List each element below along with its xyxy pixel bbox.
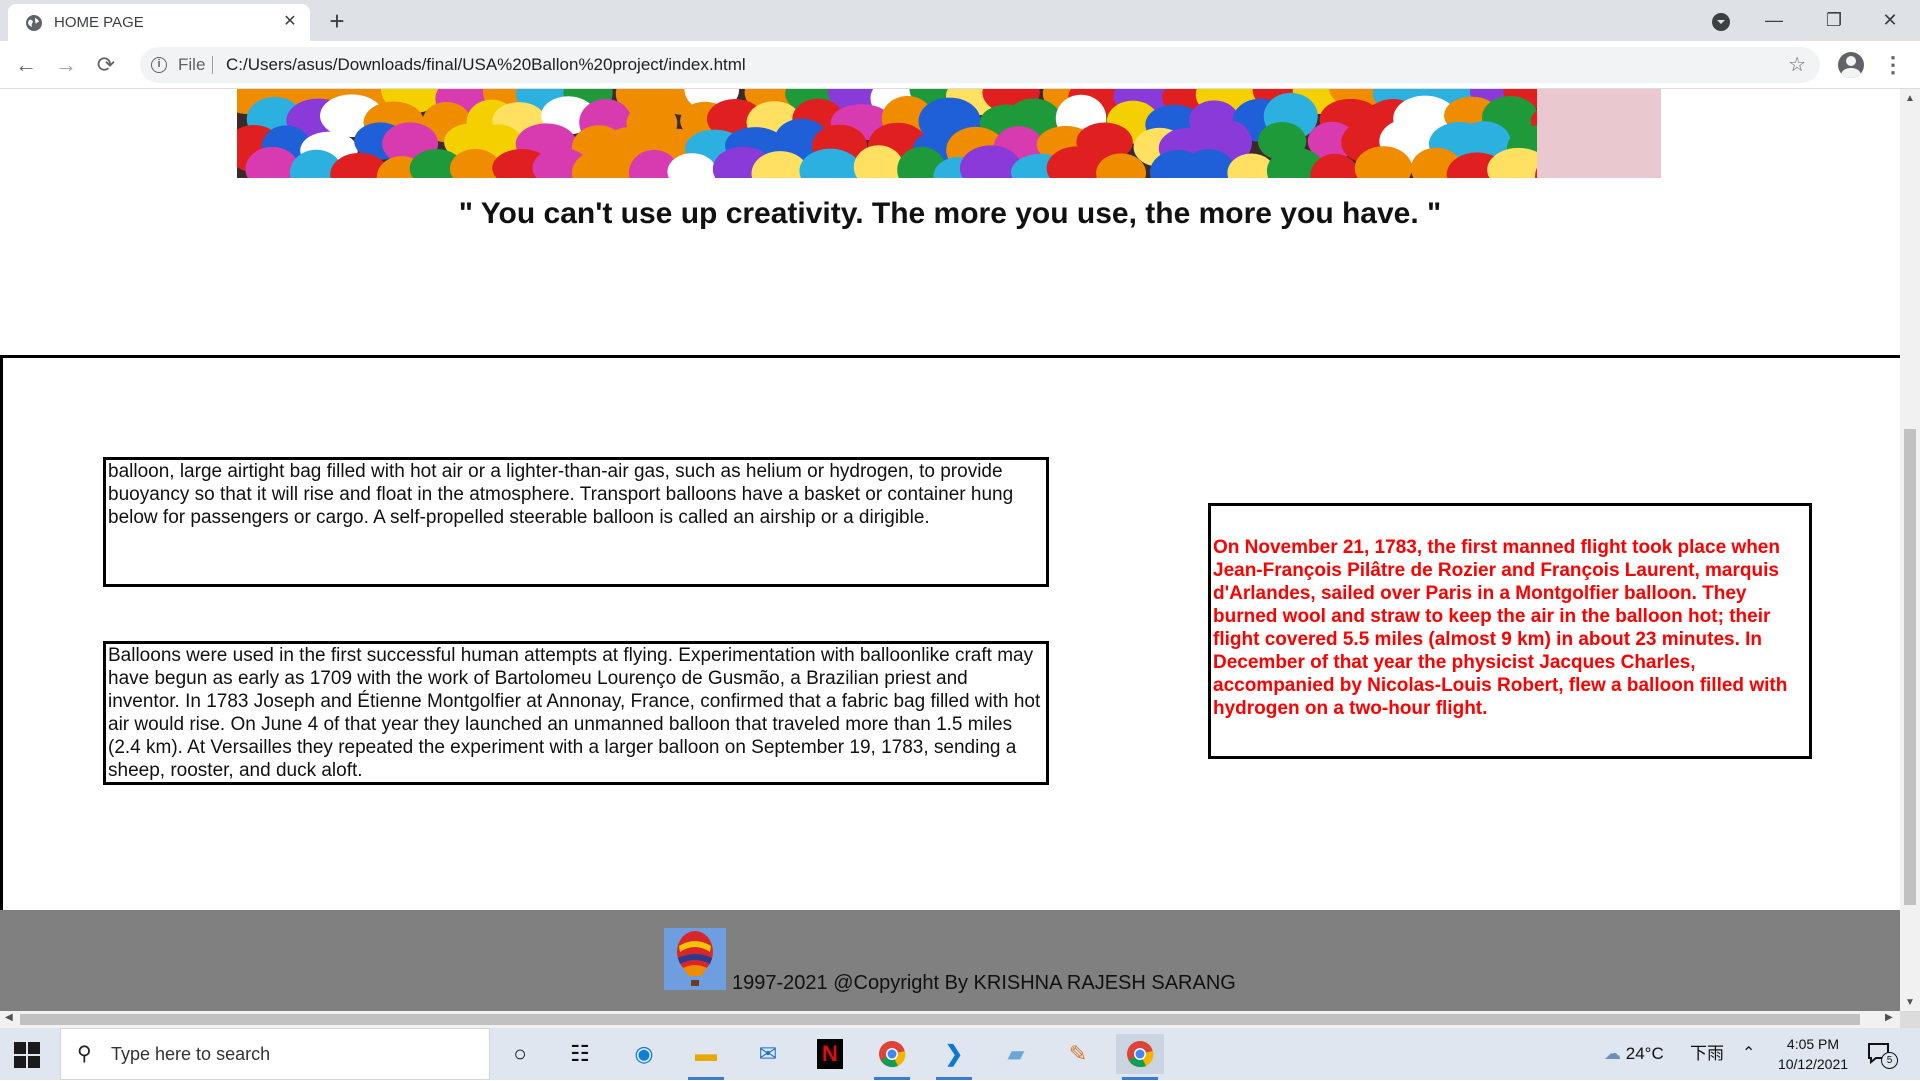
chrome-active-icon[interactable]: [1116, 1034, 1164, 1080]
taskbar-clock[interactable]: 4:05 PM 10/12/2021: [1768, 1034, 1858, 1074]
back-button[interactable]: ←: [12, 51, 40, 79]
task-view-icon[interactable]: ○: [496, 1034, 544, 1074]
windows-taskbar: ⚲ Type here to search ○ ☷ ◉ ▬ ✉ N ❯ ▰ ✎ …: [0, 1028, 1920, 1080]
balloon-definition-box: balloon, large airtight bag filled with …: [103, 457, 1049, 587]
tab-search-icon[interactable]: [1711, 12, 1731, 32]
scroll-left-arrow-icon[interactable]: ◀: [5, 1012, 13, 1023]
balloon-history-box: Balloons were used in the first successf…: [103, 641, 1049, 785]
tab-title: HOME PAGE: [54, 14, 144, 31]
vertical-scroll-thumb[interactable]: [1904, 429, 1916, 905]
rain-cloud-icon: ☁: [1604, 1044, 1621, 1063]
url-separator: [212, 56, 213, 74]
chrome-icon[interactable]: [868, 1034, 916, 1080]
paint-icon[interactable]: ✎: [1054, 1034, 1102, 1074]
hot-air-balloon-logo: [664, 928, 726, 990]
show-hidden-icons-chevron-icon[interactable]: ⌃: [1742, 1028, 1755, 1080]
widgets-icon[interactable]: ☷: [556, 1034, 604, 1074]
globe-icon: [26, 15, 42, 31]
weather-temp: 24°C: [1625, 1044, 1664, 1063]
netflix-icon[interactable]: N: [806, 1034, 854, 1074]
taskbar-search-box[interactable]: ⚲ Type here to search: [60, 1028, 490, 1080]
creativity-quote: " You can't use up creativity. The more …: [458, 197, 1442, 230]
url-text[interactable]: C:/Users/asus/Downloads/final/USA%20Ball…: [226, 47, 746, 83]
scroll-down-arrow-icon[interactable]: ▼: [1905, 997, 1915, 1008]
weather-condition: 下雨: [1690, 1044, 1724, 1063]
bookmark-star-icon[interactable]: ☆: [1788, 47, 1806, 83]
page-footer: 1997-2021 @Copyright By KRISHNA RAJESH S…: [0, 910, 1900, 1011]
tab-close-icon[interactable]: ✕: [280, 12, 300, 32]
browser-menu-icon[interactable]: ⋮: [1882, 51, 1904, 79]
scrollbar-corner: [1900, 1011, 1920, 1028]
browser-tab-strip: HOME PAGE ✕ + — ❐ ✕: [0, 0, 1920, 41]
windows-start-icon[interactable]: [14, 1042, 40, 1068]
site-info-icon[interactable]: i: [151, 57, 167, 73]
close-window-button[interactable]: ✕: [1860, 0, 1920, 41]
weather-widget[interactable]: ☁ 24°C: [1604, 1028, 1664, 1080]
search-icon: ⚲: [77, 1043, 92, 1065]
balloons-banner-image: [237, 89, 1661, 178]
vscode-icon[interactable]: ❯: [930, 1034, 978, 1080]
scroll-up-arrow-icon[interactable]: ▲: [1905, 93, 1915, 104]
copyright-text: 1997-2021 @Copyright By KRISHNA RAJESH S…: [732, 972, 1236, 994]
maximize-button[interactable]: ❐: [1804, 0, 1864, 41]
minimize-button[interactable]: —: [1744, 0, 1804, 41]
file-explorer-icon[interactable]: ▬: [682, 1034, 730, 1080]
mail-icon[interactable]: ✉: [744, 1034, 792, 1074]
browser-tab[interactable]: HOME PAGE ✕: [8, 4, 310, 41]
url-scheme-label: File: [178, 55, 206, 74]
horizontal-scroll-thumb[interactable]: [20, 1014, 1860, 1025]
clock-date: 10/12/2021: [1777, 1056, 1849, 1072]
notification-count: 5: [1881, 1052, 1898, 1069]
address-bar[interactable]: i File C:/Users/asus/Downloads/final/USA…: [140, 47, 1820, 83]
horizontal-scrollbar[interactable]: ◀ ▶: [0, 1011, 1900, 1028]
forward-button[interactable]: →: [52, 51, 80, 79]
taskbar-search-placeholder: Type here to search: [111, 1044, 271, 1064]
edge-icon[interactable]: ◉: [620, 1034, 668, 1074]
profile-avatar-icon[interactable]: [1838, 52, 1864, 78]
new-tab-button[interactable]: +: [324, 8, 350, 34]
banner-edge-shape: [1537, 89, 1661, 178]
notepad-icon[interactable]: ▰: [992, 1034, 1040, 1074]
browser-toolbar: ← → ⟳ i File C:/Users/asus/Downloads/fin…: [0, 41, 1920, 89]
vertical-scrollbar[interactable]: ▲ ▼: [1900, 89, 1920, 1011]
reload-button[interactable]: ⟳: [92, 51, 120, 79]
manned-flight-box: On November 21, 1783, the first manned f…: [1208, 503, 1812, 759]
scroll-right-arrow-icon[interactable]: ▶: [1885, 1012, 1893, 1023]
notification-center-icon[interactable]: 5: [1866, 1040, 1898, 1069]
clock-time: 4:05 PM: [1786, 1036, 1840, 1052]
